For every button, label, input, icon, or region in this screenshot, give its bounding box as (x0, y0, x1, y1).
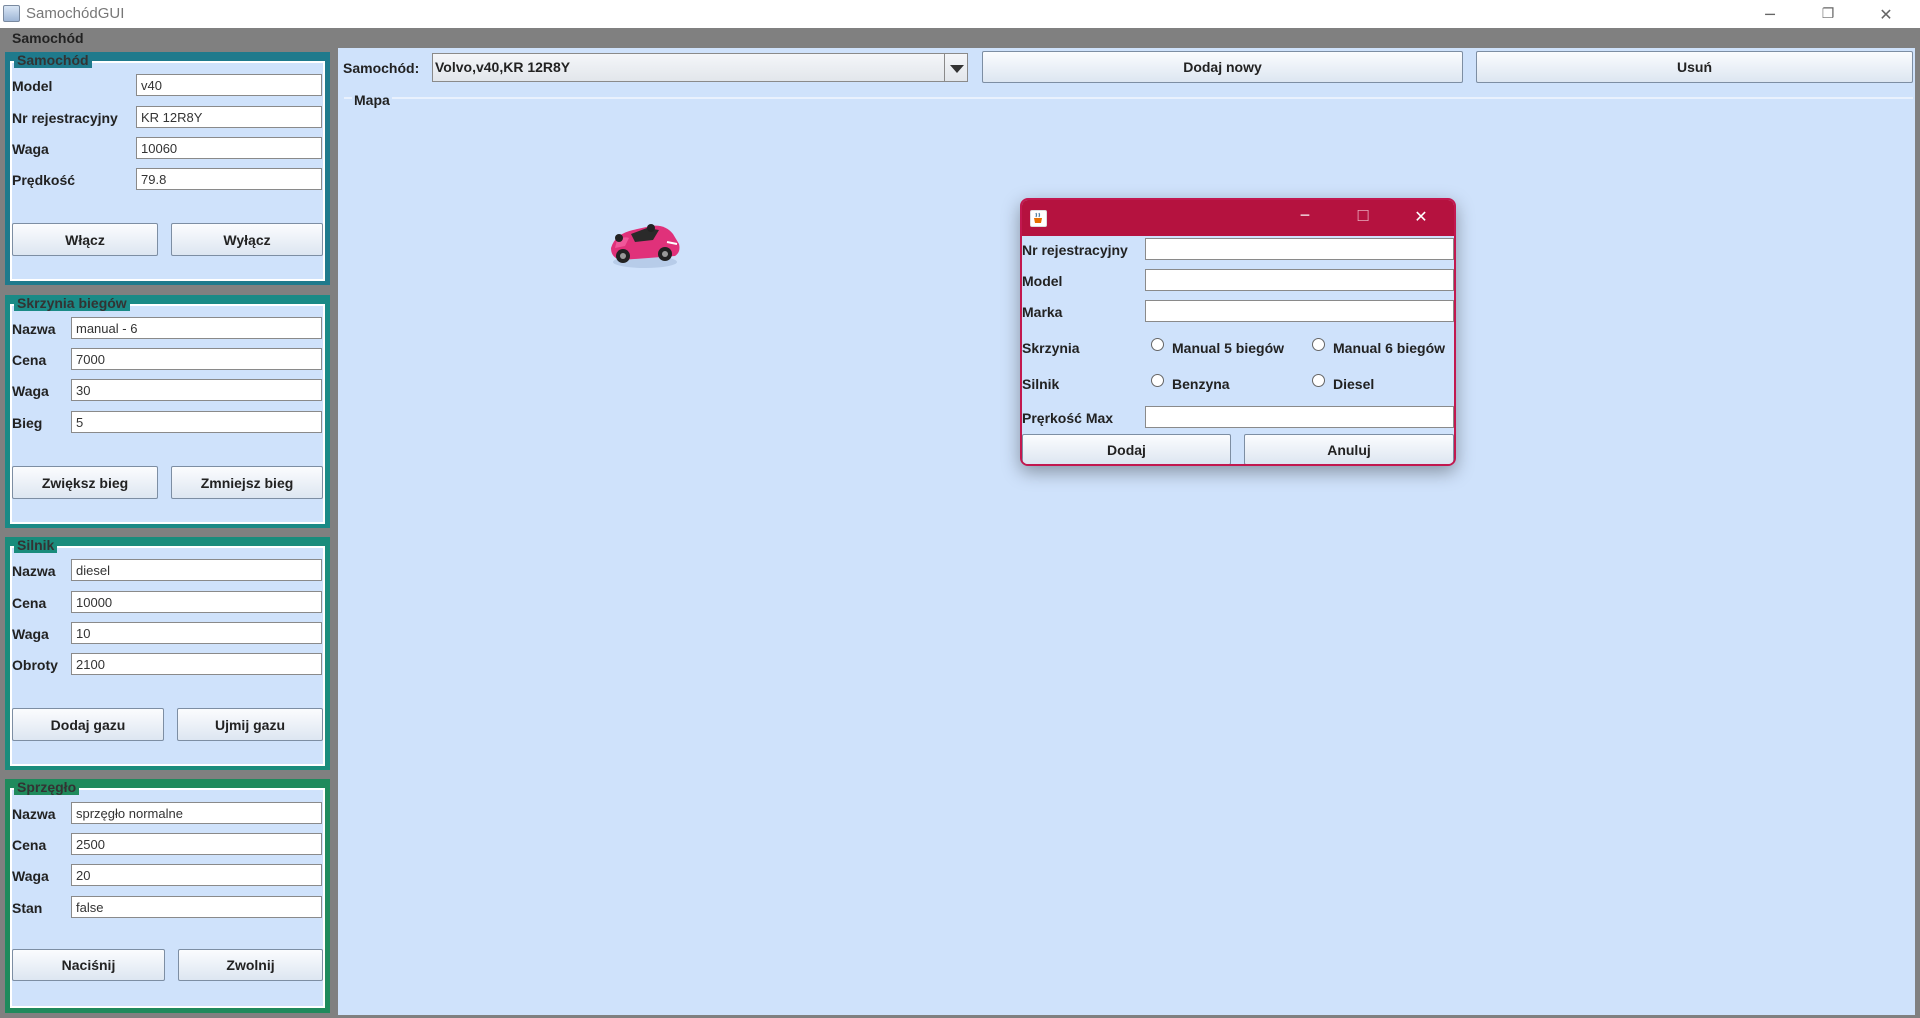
close-icon[interactable]: ✕ (1857, 0, 1915, 28)
window-titlebar (0, 0, 1920, 28)
window-title: SamochódGUI (26, 5, 125, 22)
car-select-dropdown[interactable]: Volvo,v40,KR 12R8Y (432, 53, 968, 82)
waga-label: Waga (12, 141, 49, 157)
stan-label: Stan (12, 900, 43, 916)
dialog-max-label: Pręrkość Max (1022, 410, 1114, 426)
restore-icon[interactable]: ❐ (1799, 0, 1857, 28)
bieg-label: Bieg (12, 415, 43, 431)
skrzynia-legend: Skrzynia biegów (14, 296, 130, 311)
manual-5-radio[interactable] (1151, 338, 1164, 351)
new-car-dialog: ─ ☐ ✕ Nr rejestracyjny Model Marka Skrzy… (1020, 198, 1456, 466)
waga-field[interactable]: 10060 (136, 137, 322, 159)
map-border-top (344, 97, 1913, 99)
dialog-dodaj-button[interactable]: Dodaj (1022, 434, 1231, 464)
silnik-waga-label: Waga (12, 626, 49, 642)
wlacz-button[interactable]: Włącz (12, 223, 158, 256)
chevron-down-icon[interactable] (950, 65, 964, 73)
map-label: Mapa (352, 92, 392, 108)
benzyna-radio[interactable] (1151, 374, 1164, 387)
dialog-nr-input[interactable] (1145, 238, 1454, 260)
diesel-radio[interactable] (1312, 374, 1325, 387)
java-cup-icon (1030, 210, 1047, 227)
stan-field[interactable]: false (71, 896, 322, 918)
zwolnij-button[interactable]: Zwolnij (178, 949, 323, 981)
sprzeglo-cena-label: Cena (12, 837, 47, 853)
silnik-cena-label: Cena (12, 595, 47, 611)
dialog-silnik-label: Silnik (1022, 376, 1060, 392)
wylacz-button[interactable]: Wyłącz (171, 223, 323, 256)
dropdown-divider (944, 54, 945, 81)
skrzynia-waga-field[interactable]: 30 (71, 379, 322, 401)
zmniejsz-bieg-button[interactable]: Zmniejsz bieg (171, 466, 323, 499)
dialog-minimize-icon[interactable]: ─ (1290, 208, 1320, 228)
manual-6-radio[interactable] (1312, 338, 1325, 351)
sprzeglo-cena-field[interactable]: 2500 (71, 833, 322, 855)
car-select-value: Volvo,v40,KR 12R8Y (435, 59, 571, 75)
sprzeglo-nazwa-label: Nazwa (12, 806, 56, 822)
zwieksz-bieg-button[interactable]: Zwiększ bieg (12, 466, 158, 499)
skrzynia-cena-label: Cena (12, 352, 47, 368)
nr-rejestracyjny-field[interactable]: KR 12R8Y (136, 106, 322, 128)
model-field[interactable]: v40 (136, 74, 322, 96)
manual-6-label[interactable]: Manual 6 biegów (1333, 340, 1445, 356)
dialog-model-label: Model (1022, 273, 1063, 289)
manual-5-label[interactable]: Manual 5 biegów (1172, 340, 1284, 356)
dialog-marka-input[interactable] (1145, 300, 1454, 322)
car-select-label: Samochód: (343, 60, 420, 76)
sprzeglo-nazwa-field[interactable]: sprzęgło normalne (71, 802, 322, 824)
dialog-maximize-icon: ☐ (1356, 207, 1370, 225)
predkosc-label: Prędkość (12, 172, 76, 188)
minimize-icon[interactable]: ─ (1741, 0, 1799, 28)
sprzeglo-waga-label: Waga (12, 868, 49, 884)
car-icon[interactable] (607, 218, 683, 272)
dialog-anuluj-button[interactable]: Anuluj (1244, 434, 1454, 464)
silnik-cena-field[interactable]: 10000 (71, 591, 322, 613)
nr-rejestracyjny-label: Nr rejestracyjny (12, 110, 118, 126)
silnik-nazwa-label: Nazwa (12, 563, 56, 579)
silnik-legend: Silnik (14, 538, 58, 553)
silnik-nazwa-field[interactable]: diesel (71, 559, 322, 581)
sprzeglo-legend: Sprzęgło (14, 780, 80, 795)
skrzynia-nazwa-label: Nazwa (12, 321, 56, 337)
bieg-field[interactable]: 5 (71, 411, 322, 433)
obroty-label: Obroty (12, 657, 58, 673)
predkosc-field[interactable]: 79.8 (136, 168, 322, 190)
diesel-label[interactable]: Diesel (1333, 376, 1374, 392)
ujmij-gazu-button[interactable]: Ujmij gazu (177, 708, 323, 741)
dialog-max-input[interactable] (1145, 406, 1454, 428)
model-label: Model (12, 78, 53, 94)
silnik-waga-field[interactable]: 10 (71, 622, 322, 644)
dodaj-gazu-button[interactable]: Dodaj gazu (12, 708, 164, 741)
benzyna-label[interactable]: Benzyna (1172, 376, 1230, 392)
sprzeglo-waga-field[interactable]: 20 (71, 864, 322, 886)
dialog-close-icon[interactable]: ✕ (1406, 207, 1436, 227)
outer-frame-label: Samochód (10, 30, 86, 46)
dialog-model-input[interactable] (1145, 269, 1454, 291)
dialog-nr-label: Nr rejestracyjny (1022, 242, 1128, 258)
usun-button[interactable]: Usuń (1476, 51, 1913, 83)
dialog-titlebar (1022, 200, 1454, 236)
dialog-marka-label: Marka (1022, 304, 1063, 320)
dialog-skrzynia-label: Skrzynia (1022, 340, 1080, 356)
skrzynia-cena-field[interactable]: 7000 (71, 348, 322, 370)
dodaj-nowy-button[interactable]: Dodaj nowy (982, 51, 1463, 83)
obroty-field[interactable]: 2100 (71, 653, 322, 675)
java-app-icon (3, 5, 20, 22)
skrzynia-nazwa-field[interactable]: manual - 6 (71, 317, 322, 339)
nacisnij-button[interactable]: Naciśnij (12, 949, 165, 981)
samochod-legend: Samochód (14, 53, 92, 68)
skrzynia-waga-label: Waga (12, 383, 49, 399)
